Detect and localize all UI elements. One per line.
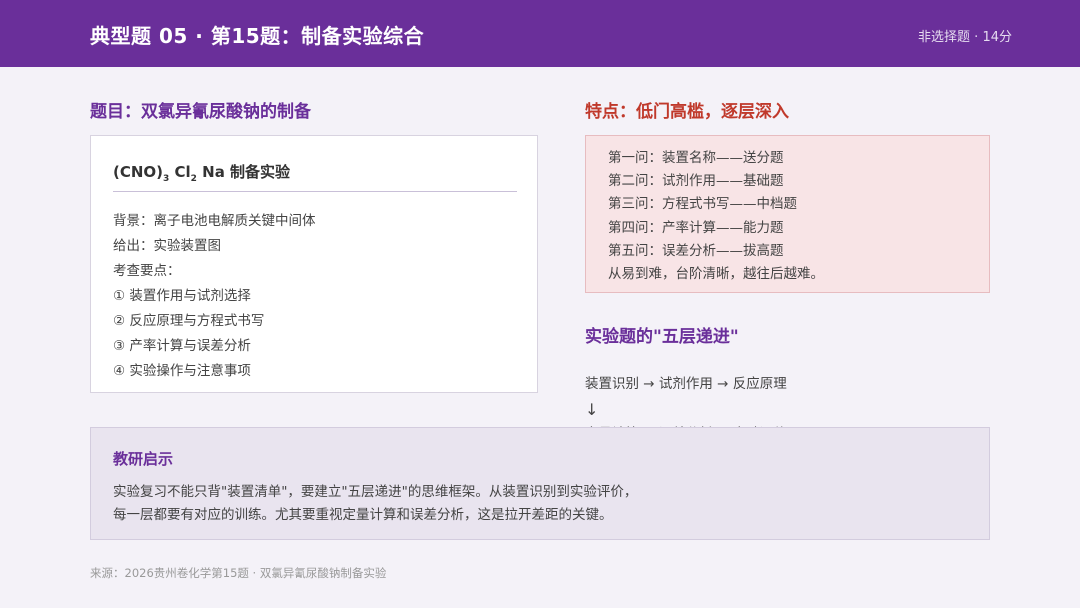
question-meta: 非选择题 · 14分 <box>918 30 1012 45</box>
insight-line: 实验复习不能只背"装置清单"，要建立"五层递进"的思维框架。从装置识别到实验评价… <box>113 484 638 500</box>
question-line: 考查要点： <box>113 263 181 279</box>
question-line: ② 反应原理与方程式书写 <box>113 313 265 329</box>
formula-part: (CNO) <box>113 163 164 181</box>
layers-heading: 实验题的"五层递进" <box>585 327 739 347</box>
feature-line: 第三问：方程式书写——中档题 <box>608 196 797 213</box>
insight-line: 每一层都要有对应的训练。尤其要重视定量计算和误差分析，这是拉开差距的关键。 <box>113 507 613 523</box>
question-card: (CNO)3 Cl2 Na 制备实验 背景：离子电池电解质关键中间体 给出：实验… <box>90 135 538 393</box>
features-heading: 特点：低门高槛，逐层深入 <box>585 102 789 122</box>
question-line: 背景：离子电池电解质关键中间体 <box>113 213 316 229</box>
question-line: ④ 实验操作与注意事项 <box>113 363 251 379</box>
formula-part: Na 制备实验 <box>196 163 291 181</box>
question-line: ③ 产率计算与误差分析 <box>113 338 251 354</box>
question-lines: 背景：离子电池电解质关键中间体 给出：实验装置图 考查要点： ① 装置作用与试剂… <box>113 209 316 384</box>
feature-lines: 第一问：装置名称——送分题 第二问：试剂作用——基础题 第三问：方程式书写——中… <box>608 147 824 286</box>
feature-line: 第四问：产率计算——能力题 <box>608 219 784 236</box>
insight-body: 实验复习不能只背"装置清单"，要建立"五层递进"的思维框架。从装置识别到实验评价… <box>113 481 637 527</box>
formula-title: (CNO)3 Cl2 Na 制备实验 <box>113 161 290 184</box>
feature-line: 第一问：装置名称——送分题 <box>608 150 784 166</box>
down-arrow-icon: ↓ <box>585 400 599 419</box>
formula-part: Cl <box>169 163 191 181</box>
question-line: ① 装置作用与试剂选择 <box>113 288 251 304</box>
insight-heading: 教研启示 <box>113 450 174 468</box>
header-bar: 典型题 05 · 第15题：制备实验综合 非选择题 · 14分 <box>0 0 1080 67</box>
question-line: 给出：实验装置图 <box>113 238 221 254</box>
question-heading: 题目：双氯异氰尿酸钠的制备 <box>90 102 311 122</box>
feature-line: 第二问：试剂作用——基础题 <box>608 173 784 190</box>
divider <box>113 191 517 192</box>
insight-box: 教研启示 实验复习不能只背"装置清单"，要建立"五层递进"的思维框架。从装置识别… <box>90 427 990 540</box>
page-title: 典型题 05 · 第15题：制备实验综合 <box>90 24 425 48</box>
features-box: 第一问：装置名称——送分题 第二问：试剂作用——基础题 第三问：方程式书写——中… <box>585 135 990 293</box>
feature-line: 第五问：误差分析——拔高题 <box>608 242 784 259</box>
source-note: 来源：2026贵州卷化学第15题 · 双氯异氰尿酸钠制备实验 <box>90 566 387 580</box>
layers-row-1: 装置识别 → 试剂作用 → 反应原理 <box>585 376 787 392</box>
feature-line: 从易到难，台阶清晰，越往后越难。 <box>608 265 824 282</box>
